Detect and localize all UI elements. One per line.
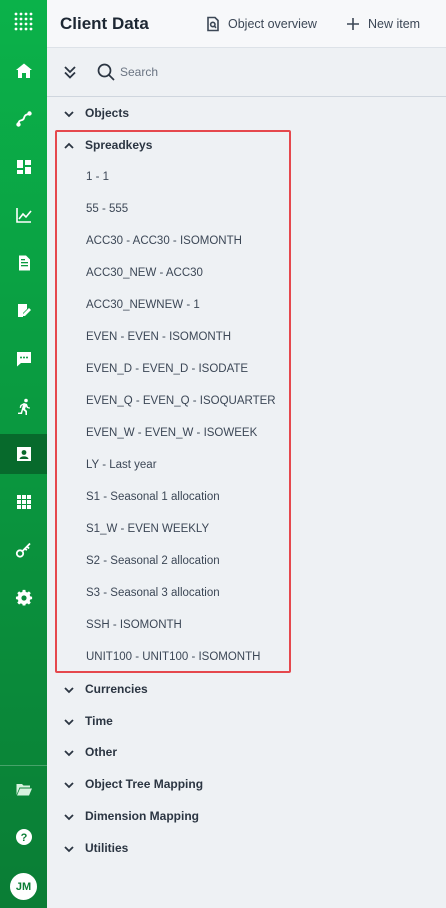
spreadkey-item[interactable]: 1 - 1 — [86, 171, 109, 183]
line-chart-icon — [15, 208, 32, 223]
gear-icon — [15, 589, 32, 606]
nav-apps[interactable] — [0, 482, 47, 522]
chevron-down-icon — [63, 810, 75, 822]
chevron-up-icon — [63, 139, 75, 151]
key-icon — [15, 542, 31, 558]
spreadkey-item[interactable]: EVEN - EVEN - ISOMONTH — [86, 331, 231, 343]
nav-messages[interactable] — [0, 339, 47, 379]
contact-card-icon — [16, 447, 31, 461]
spreadkey-item[interactable]: S3 - Seasonal 3 allocation — [86, 587, 220, 599]
edit-document-icon — [17, 304, 31, 317]
search-icon — [96, 62, 116, 82]
chevron-down-icon — [63, 842, 75, 854]
chevron-down-icon — [63, 107, 75, 119]
new-item-button[interactable]: New item — [345, 14, 420, 34]
tree-toolbar — [47, 48, 446, 97]
spreadkey-item[interactable]: EVEN_D - EVEN_D - ISODATE — [86, 363, 248, 375]
search-input[interactable] — [120, 62, 400, 82]
page-title: Client Data — [60, 14, 149, 33]
spreadkey-item[interactable]: S2 - Seasonal 2 allocation — [86, 555, 220, 567]
document-search-icon — [207, 16, 219, 32]
tree-section-object-tree-mapping[interactable]: Object Tree Mapping — [47, 768, 446, 800]
route-icon — [15, 111, 32, 127]
section-label: Time — [85, 714, 113, 728]
new-item-label: New item — [368, 17, 421, 31]
spreadkey-item[interactable]: ACC30_NEW - ACC30 — [86, 267, 203, 279]
grid-dots-icon — [14, 12, 32, 31]
nav-home[interactable] — [0, 51, 47, 91]
spreadkey-item[interactable]: EVEN_Q - EVEN_Q - ISOQUARTER — [86, 395, 276, 407]
section-label: Object Tree Mapping — [85, 777, 204, 791]
nav-client-data[interactable] — [0, 434, 47, 474]
nav-edit[interactable] — [0, 291, 47, 331]
nav-keys[interactable] — [0, 530, 47, 570]
sidebar: ? JM — [0, 0, 47, 908]
spreadkey-item[interactable]: S1_W - EVEN WEEKLY — [86, 523, 209, 535]
chat-icon — [16, 352, 31, 367]
spreadkey-item[interactable]: ACC30 - ACC30 - ISOMONTH — [86, 235, 242, 247]
tree-section-other[interactable]: Other — [47, 736, 446, 768]
section-label: Utilities — [85, 841, 129, 855]
section-label: Dimension Mapping — [85, 809, 199, 823]
nav-dashboard[interactable] — [0, 147, 47, 187]
double-chevron-down-icon — [64, 66, 76, 79]
collapse-all-button[interactable] — [61, 63, 79, 81]
folder-open-icon — [16, 784, 32, 796]
spreadkey-item[interactable]: LY - Last year — [86, 459, 157, 471]
section-label: Spreadkeys — [85, 138, 153, 152]
tree-section-utilities[interactable]: Utilities — [47, 832, 446, 864]
home-icon — [15, 63, 32, 78]
tree-section-currencies[interactable]: Currencies — [47, 673, 446, 705]
nav-help[interactable]: ? — [0, 817, 47, 857]
spreadkey-item[interactable]: S1 - Seasonal 1 allocation — [86, 491, 220, 503]
spreadkey-item[interactable]: SSH - ISOMONTH — [86, 619, 182, 631]
sidebar-divider — [0, 765, 47, 766]
spreadkey-item[interactable]: ACC30_NEWNEW - 1 — [86, 299, 200, 311]
nav-analytics[interactable] — [0, 195, 47, 235]
spreadkey-item[interactable]: EVEN_W - EVEN_W - ISOWEEK — [86, 427, 257, 439]
tree-section-spreadkeys[interactable]: Spreadkeys — [47, 129, 446, 161]
user-avatar[interactable]: JM — [10, 873, 37, 900]
chevron-down-icon — [63, 778, 75, 790]
section-label: Currencies — [85, 682, 148, 696]
plus-icon — [347, 18, 359, 30]
apps-grid-icon — [16, 495, 31, 509]
nav-activity[interactable] — [0, 387, 47, 427]
tree-section-time[interactable]: Time — [47, 705, 446, 737]
section-label: Other — [85, 745, 118, 759]
app-launcher-button[interactable] — [0, 2, 47, 42]
object-overview-button[interactable]: Object overview — [205, 14, 317, 34]
nav-workflow[interactable] — [0, 99, 47, 139]
tree-section-dimension-mapping[interactable]: Dimension Mapping — [47, 800, 446, 832]
section-label: Objects — [85, 106, 130, 120]
svg-text:?: ? — [20, 832, 27, 844]
help-icon: ? — [15, 829, 32, 845]
tree-section-objects[interactable]: Objects — [47, 97, 446, 129]
nav-documents[interactable] — [0, 243, 47, 283]
running-person-icon — [17, 398, 30, 415]
spreadkey-item[interactable]: 55 - 555 — [86, 203, 128, 215]
nav-settings[interactable] — [0, 578, 47, 618]
object-overview-label: Object overview — [228, 17, 317, 31]
dashboard-icon — [16, 160, 31, 174]
chevron-down-icon — [63, 683, 75, 695]
chevron-down-icon — [63, 746, 75, 758]
nav-folders[interactable] — [0, 769, 47, 809]
chevron-down-icon — [63, 715, 75, 727]
page-header: Client Data Object overview New item — [47, 0, 446, 48]
document-icon — [18, 255, 30, 271]
spreadkey-item[interactable]: UNIT100 - UNIT100 - ISOMONTH — [86, 651, 260, 663]
